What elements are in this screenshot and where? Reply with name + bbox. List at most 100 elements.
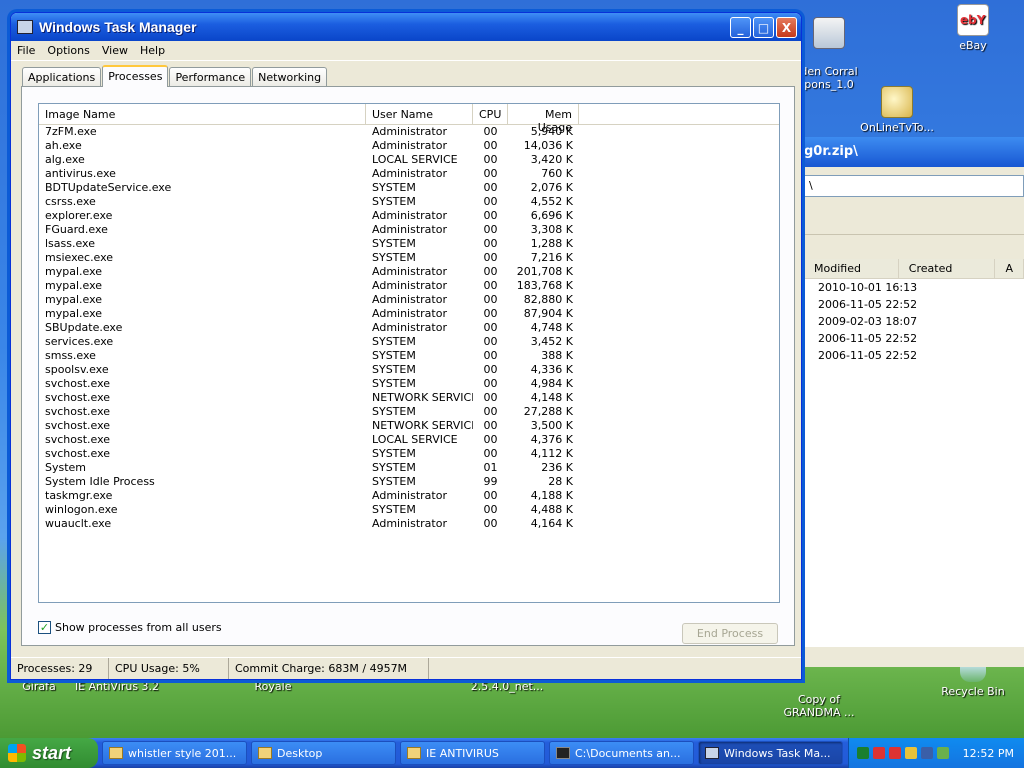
desktop-icon-label: eBay <box>959 39 987 52</box>
menu-file[interactable]: File <box>11 41 41 60</box>
column-header-image-name[interactable]: Image Name <box>39 104 366 124</box>
process-row[interactable]: wuauclt.exe Administrator 00 4,164 K <box>39 517 779 531</box>
process-row[interactable]: System SYSTEM 01 236 K <box>39 461 779 475</box>
process-cpu: 00 <box>483 223 498 236</box>
process-row[interactable]: msiexec.exe SYSTEM 00 7,216 K <box>39 251 779 265</box>
process-row[interactable]: ah.exe Administrator 00 14,036 K <box>39 139 779 153</box>
process-mem-usage: 1,288 K <box>530 237 573 250</box>
column-header-mem-usage[interactable]: Mem Usage <box>508 104 579 134</box>
process-name: services.exe <box>45 335 114 348</box>
background-file-list[interactable]: Modified Created A 2010-10-01 16:13 2006… <box>804 259 1024 647</box>
list-item[interactable]: 2010-10-01 16:13 <box>804 279 1024 296</box>
process-row[interactable]: System Idle Process SYSTEM 99 28 K <box>39 475 779 489</box>
process-user: Administrator <box>372 223 447 236</box>
process-row[interactable]: svchost.exe SYSTEM 00 4,112 K <box>39 447 779 461</box>
column-header-cpu[interactable]: CPU <box>473 104 508 124</box>
taskbar-button-desktop[interactable]: Desktop <box>251 741 396 765</box>
process-row[interactable]: svchost.exe SYSTEM 00 27,288 K <box>39 405 779 419</box>
tab-performance[interactable]: Performance <box>169 67 252 86</box>
start-button[interactable]: start <box>0 738 98 768</box>
process-row[interactable]: FGuard.exe Administrator 00 3,308 K <box>39 223 779 237</box>
process-user: LOCAL SERVICE <box>372 153 458 166</box>
process-row[interactable]: alg.exe LOCAL SERVICE 00 3,420 K <box>39 153 779 167</box>
process-row[interactable]: explorer.exe Administrator 00 6,696 K <box>39 209 779 223</box>
background-window-toolbar: \ <box>800 175 1024 235</box>
show-all-label[interactable]: Show processes from all users <box>55 621 222 634</box>
process-row[interactable]: svchost.exe NETWORK SERVICE 00 3,500 K <box>39 419 779 433</box>
task-manager-window[interactable]: Windows Task Manager _ □ X File Options … <box>10 12 802 680</box>
tray-icon-flag[interactable] <box>889 747 901 759</box>
process-cpu: 00 <box>483 265 498 278</box>
desktop-icon-recycle-bin[interactable]: Recycle Bin <box>928 662 1018 698</box>
process-row[interactable]: svchost.exe NETWORK SERVICE 00 4,148 K <box>39 391 779 405</box>
taskbar-button-task-manager[interactable]: Windows Task Ma... <box>698 741 843 765</box>
desktop-icon-royale[interactable]: Royale <box>228 680 318 693</box>
show-all-processes-option[interactable]: ✓ Show processes from all users <box>38 621 222 634</box>
minimize-button[interactable]: _ <box>730 17 751 38</box>
process-row[interactable]: lsass.exe SYSTEM 00 1,288 K <box>39 237 779 251</box>
tab-applications[interactable]: Applications <box>22 67 102 86</box>
end-process-button[interactable]: End Process <box>682 623 778 644</box>
process-row[interactable]: antivirus.exe Administrator 00 760 K <box>39 167 779 181</box>
process-row[interactable]: mypal.exe Administrator 00 87,904 K <box>39 307 779 321</box>
close-button[interactable]: X <box>776 17 797 38</box>
column-header-user-name[interactable]: User Name <box>366 104 473 124</box>
process-row[interactable]: SBUpdate.exe Administrator 00 4,748 K <box>39 321 779 335</box>
process-row[interactable]: mypal.exe Administrator 00 183,768 K <box>39 279 779 293</box>
process-name: 7zFM.exe <box>45 125 97 138</box>
process-mem-usage: 201,708 K <box>516 265 573 278</box>
desktop-icon-ieav[interactable]: IE AntiVirus 3.2 <box>72 680 162 693</box>
process-list[interactable]: Image Name User Name CPU Mem Usage 7zFM.… <box>38 103 780 603</box>
tray-icon-app[interactable] <box>857 747 869 759</box>
desktop-icon-ebay[interactable]: eBay <box>928 4 1018 52</box>
process-row[interactable]: taskmgr.exe Administrator 00 4,188 K <box>39 489 779 503</box>
column-header-modified[interactable]: Modified <box>804 259 899 278</box>
address-bar[interactable]: \ <box>804 175 1024 197</box>
column-header-attributes[interactable]: A <box>995 259 1024 278</box>
menu-options[interactable]: Options <box>41 41 95 60</box>
process-user: SYSTEM <box>372 181 416 194</box>
process-cpu: 00 <box>483 405 498 418</box>
column-header-created[interactable]: Created <box>899 259 996 278</box>
show-all-checkbox[interactable]: ✓ <box>38 621 51 634</box>
menu-help[interactable]: Help <box>134 41 171 60</box>
desktop-icon-grandma[interactable]: Copy of GRANDMA ... <box>774 680 864 732</box>
process-user: SYSTEM <box>372 377 416 390</box>
list-item[interactable]: 2006-11-05 22:52 <box>804 296 1024 313</box>
list-item[interactable]: 2009-02-03 18:07 <box>804 313 1024 330</box>
tray-icon-flag[interactable] <box>873 747 885 759</box>
maximize-button[interactable]: □ <box>753 17 774 38</box>
process-row[interactable]: winlogon.exe SYSTEM 00 4,488 K <box>39 503 779 517</box>
process-row[interactable]: spoolsv.exe SYSTEM 00 4,336 K <box>39 363 779 377</box>
desktop-icon-net[interactable]: 2.5.4.0_net... <box>462 680 552 693</box>
process-row[interactable]: mypal.exe Administrator 00 82,880 K <box>39 293 779 307</box>
tray-icon-network[interactable] <box>937 747 949 759</box>
background-explorer-window[interactable]: g0r.zip\ \ Modified Created A 2010-10-01… <box>800 137 1024 667</box>
process-row[interactable]: mypal.exe Administrator 00 201,708 K <box>39 265 779 279</box>
menu-view[interactable]: View <box>96 41 134 60</box>
tray-icon-security[interactable] <box>921 747 933 759</box>
process-row[interactable]: services.exe SYSTEM 00 3,452 K <box>39 335 779 349</box>
title-bar[interactable]: Windows Task Manager _ □ X <box>11 13 801 41</box>
desktop-icon-label: Recycle Bin <box>941 685 1005 698</box>
process-row[interactable]: 7zFM.exe Administrator 00 5,940 K <box>39 125 779 139</box>
process-row[interactable]: BDTUpdateService.exe SYSTEM 00 2,076 K <box>39 181 779 195</box>
process-name: explorer.exe <box>45 209 113 222</box>
taskbar-button-label: IE ANTIVIRUS <box>426 746 499 760</box>
process-row[interactable]: svchost.exe LOCAL SERVICE 00 4,376 K <box>39 433 779 447</box>
process-row[interactable]: csrss.exe SYSTEM 00 4,552 K <box>39 195 779 209</box>
taskbar-button-ie-antivirus[interactable]: IE ANTIVIRUS <box>400 741 545 765</box>
taskbar-button-cmd[interactable]: C:\Documents an... <box>549 741 694 765</box>
desktop-icon-onlinetv[interactable]: OnLineTvTo... <box>852 86 942 134</box>
list-item[interactable]: 2006-11-05 22:52 <box>804 347 1024 364</box>
process-mem-usage: 3,452 K <box>530 335 573 348</box>
tab-processes[interactable]: Processes <box>102 65 169 87</box>
tab-networking[interactable]: Networking <box>252 67 328 86</box>
taskbar-button-whistler[interactable]: whistler style 201... <box>102 741 247 765</box>
start-label: start <box>32 742 72 763</box>
process-row[interactable]: svchost.exe SYSTEM 00 4,984 K <box>39 377 779 391</box>
process-mem-usage: 82,880 K <box>523 293 573 306</box>
list-item[interactable]: 2006-11-05 22:52 <box>804 330 1024 347</box>
tray-icon-shield[interactable] <box>905 747 917 759</box>
process-row[interactable]: smss.exe SYSTEM 00 388 K <box>39 349 779 363</box>
